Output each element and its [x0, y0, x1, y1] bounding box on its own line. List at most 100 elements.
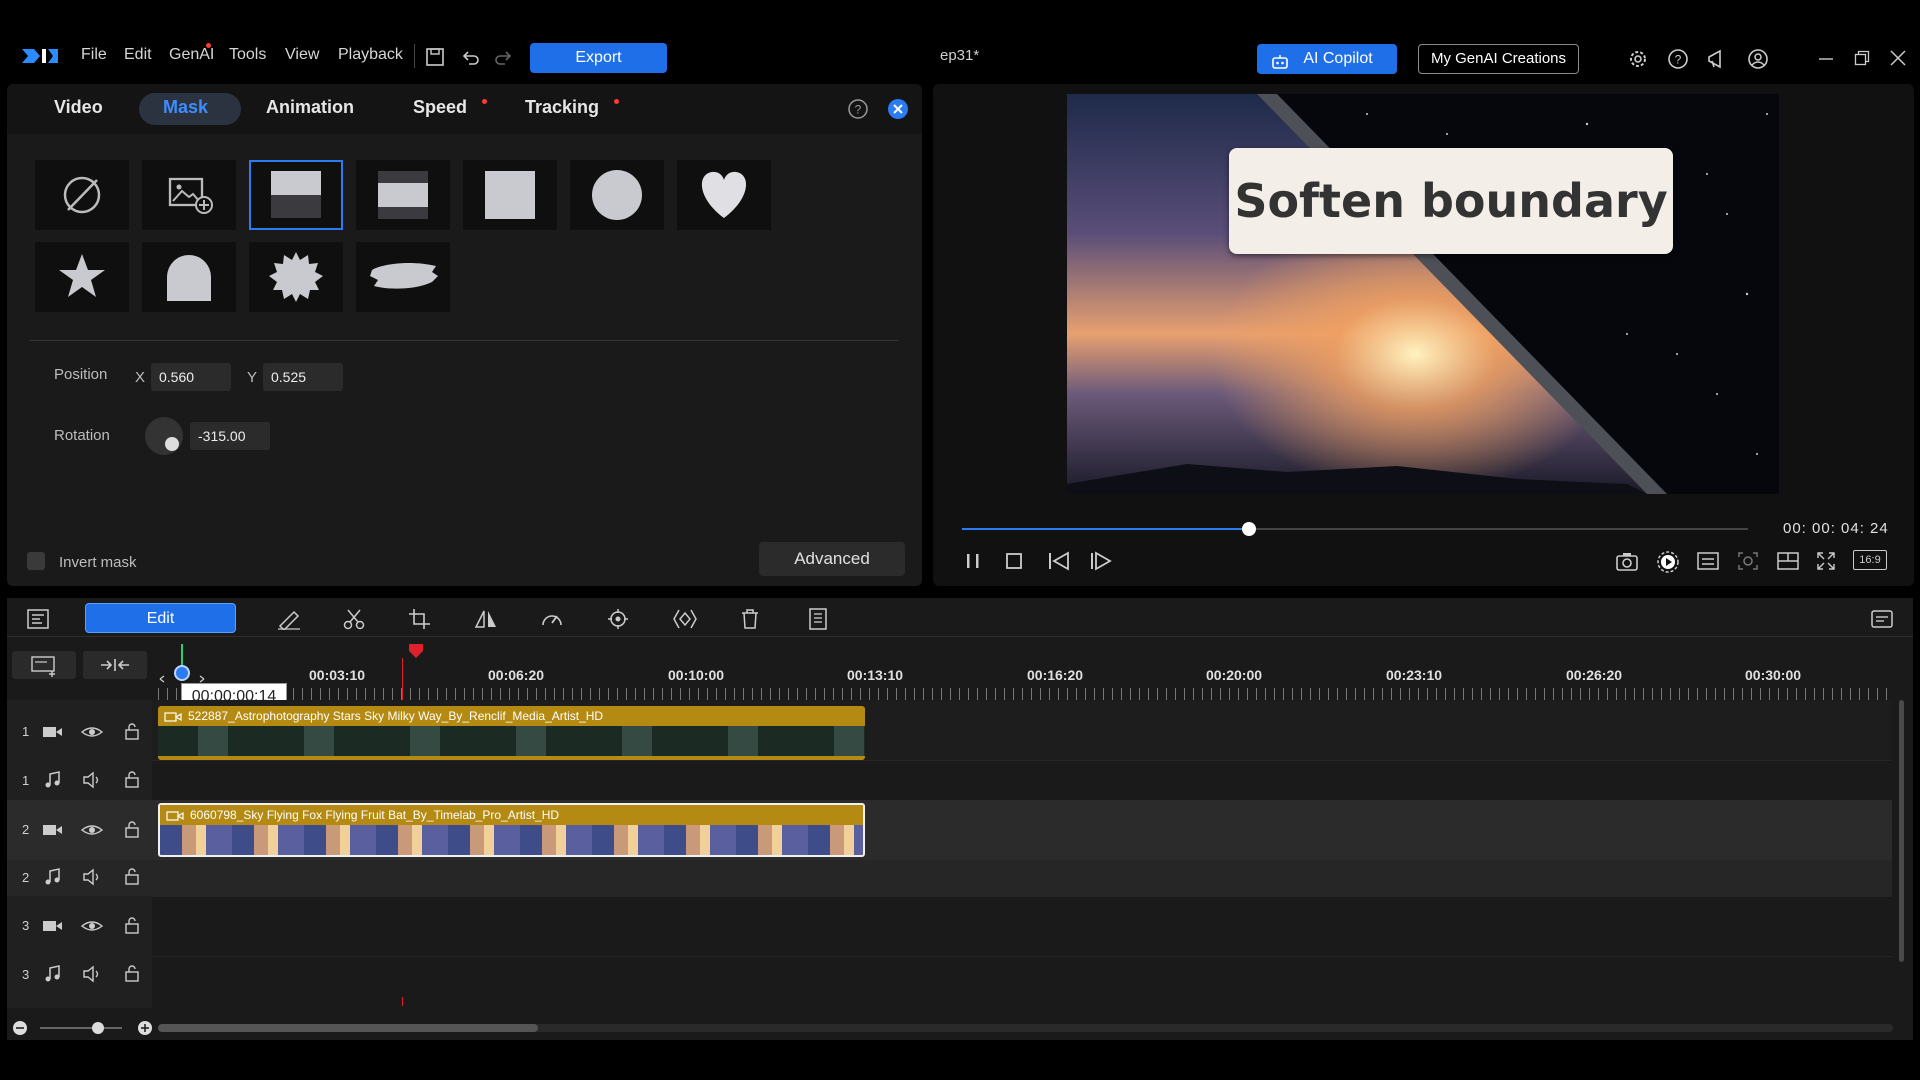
dual-monitor-icon[interactable] — [1776, 550, 1800, 577]
subtitle-icon[interactable] — [1696, 550, 1720, 577]
mask-heart[interactable] — [677, 160, 771, 230]
flip-icon[interactable] — [474, 608, 498, 635]
account-icon[interactable] — [1747, 48, 1769, 75]
star-icon — [59, 254, 105, 297]
menu-file[interactable]: File — [81, 46, 107, 64]
horizontal-scroll-thumb[interactable] — [158, 1024, 538, 1032]
position-x-input[interactable]: 0.560 — [151, 363, 231, 391]
render-preview-icon[interactable] — [1656, 550, 1680, 579]
close-window-icon[interactable] — [1890, 50, 1906, 71]
zoom-out-icon[interactable] — [12, 1020, 28, 1041]
fit-timeline-button[interactable] — [83, 651, 147, 679]
stop-icon[interactable] — [1003, 550, 1025, 577]
speed-icon[interactable] — [540, 608, 564, 635]
lock-icon[interactable] — [123, 820, 141, 843]
mask-mirror[interactable] — [356, 160, 450, 230]
zoom-slider-knob[interactable] — [92, 1022, 104, 1034]
tracking-icon[interactable] — [606, 608, 630, 635]
mask-circle[interactable] — [570, 160, 664, 230]
menu-tools[interactable]: Tools — [229, 46, 266, 64]
mask-none[interactable] — [35, 160, 129, 230]
aspect-ratio-button[interactable]: 16:9 — [1853, 550, 1887, 570]
minimize-icon[interactable] — [1818, 50, 1834, 71]
mask-burst[interactable] — [249, 242, 343, 312]
zoom-fit-icon[interactable] — [1736, 550, 1760, 577]
zoom-slider-track[interactable] — [40, 1027, 122, 1029]
genai-notification-dot — [206, 43, 211, 48]
position-y-input[interactable]: 0.525 — [263, 363, 343, 391]
menu-genai[interactable]: GenAI — [169, 46, 214, 64]
preview-progress-knob[interactable] — [1241, 522, 1256, 536]
invert-mask-checkbox[interactable] — [27, 552, 45, 570]
pause-icon[interactable] — [962, 550, 984, 577]
lock-icon[interactable] — [123, 964, 141, 987]
panel-help-icon[interactable]: ? — [847, 98, 869, 125]
menu-view[interactable]: View — [285, 46, 319, 64]
timeline-view-icon[interactable] — [26, 608, 50, 635]
trash-icon[interactable] — [739, 608, 761, 635]
my-genai-creations-button[interactable]: My GenAI Creations — [1418, 44, 1579, 74]
fullscreen-icon[interactable] — [1815, 550, 1837, 577]
panel-close-icon[interactable] — [887, 98, 909, 125]
preview-progress-track[interactable] — [962, 522, 1748, 536]
timeline-vertical-scrollbar[interactable] — [1899, 700, 1904, 962]
mask-arch[interactable] — [142, 242, 236, 312]
svg-text:?: ? — [855, 103, 862, 117]
tab-mask[interactable]: Mask — [163, 97, 208, 118]
export-button[interactable]: Export — [530, 43, 667, 73]
advanced-button[interactable]: Advanced — [759, 542, 905, 576]
lock-icon[interactable] — [123, 916, 141, 939]
scissors-icon[interactable] — [342, 608, 366, 635]
timeline-horizontal-scrollbar[interactable] — [158, 1024, 1893, 1032]
announcement-icon[interactable] — [1706, 48, 1730, 75]
playhead-marker[interactable] — [409, 644, 423, 658]
ruler-label: 00:20:00 — [1206, 667, 1263, 683]
menu-edit[interactable]: Edit — [124, 46, 152, 64]
crop-icon[interactable] — [408, 608, 432, 635]
edit-button[interactable]: Edit — [85, 603, 236, 633]
tab-animation[interactable]: Animation — [266, 97, 354, 118]
speaker-icon[interactable] — [82, 868, 104, 891]
rotation-dial[interactable] — [145, 417, 183, 455]
help-icon[interactable]: ? — [1667, 48, 1689, 75]
ai-copilot-button[interactable]: AI Copilot — [1257, 44, 1397, 74]
speaker-icon[interactable] — [82, 965, 104, 988]
audio-track-icon — [44, 868, 62, 891]
next-frame-icon[interactable] — [1089, 550, 1113, 577]
rotation-input[interactable]: -315.00 — [190, 422, 270, 450]
keyframe-icon[interactable] — [672, 608, 698, 635]
track-row-video-3 — [152, 896, 1892, 957]
tab-tracking[interactable]: Tracking — [525, 97, 599, 118]
redo-icon[interactable] — [494, 47, 514, 72]
tab-speed[interactable]: Speed — [413, 97, 467, 118]
speaker-icon[interactable] — [82, 771, 104, 794]
eye-icon[interactable] — [80, 822, 104, 843]
lock-icon[interactable] — [123, 722, 141, 745]
mask-image[interactable] — [142, 160, 236, 230]
track-number: 3 — [22, 967, 30, 982]
video-clip-1[interactable]: 522887_Astrophotography Stars Sky Milky … — [158, 706, 865, 760]
timeline-settings-icon[interactable] — [1870, 608, 1896, 635]
eye-icon[interactable] — [80, 918, 104, 939]
more-tools-icon[interactable] — [805, 608, 829, 635]
eye-icon[interactable] — [80, 724, 104, 745]
menu-playback[interactable]: Playback — [338, 46, 403, 64]
svg-text:?: ? — [1675, 53, 1682, 67]
video-clip-2[interactable]: 6060798_Sky Flying Fox Flying Fruit Bat_… — [158, 803, 865, 857]
tab-video[interactable]: Video — [54, 97, 103, 118]
restore-icon[interactable] — [1854, 50, 1870, 71]
lock-icon[interactable] — [123, 770, 141, 793]
add-track-button[interactable] — [12, 651, 76, 679]
pen-icon[interactable] — [276, 608, 302, 635]
mask-star[interactable] — [35, 242, 129, 312]
previous-frame-icon[interactable] — [1047, 550, 1071, 577]
lock-icon[interactable] — [123, 867, 141, 890]
save-icon[interactable] — [425, 47, 445, 72]
snapshot-icon[interactable] — [1615, 550, 1639, 577]
gear-icon[interactable] — [1627, 48, 1649, 75]
mask-linear-selected[interactable] — [249, 160, 343, 230]
undo-icon[interactable] — [460, 47, 480, 72]
mask-brush[interactable] — [356, 242, 450, 312]
mask-rectangle[interactable] — [463, 160, 557, 230]
zoom-in-icon[interactable] — [137, 1020, 153, 1041]
